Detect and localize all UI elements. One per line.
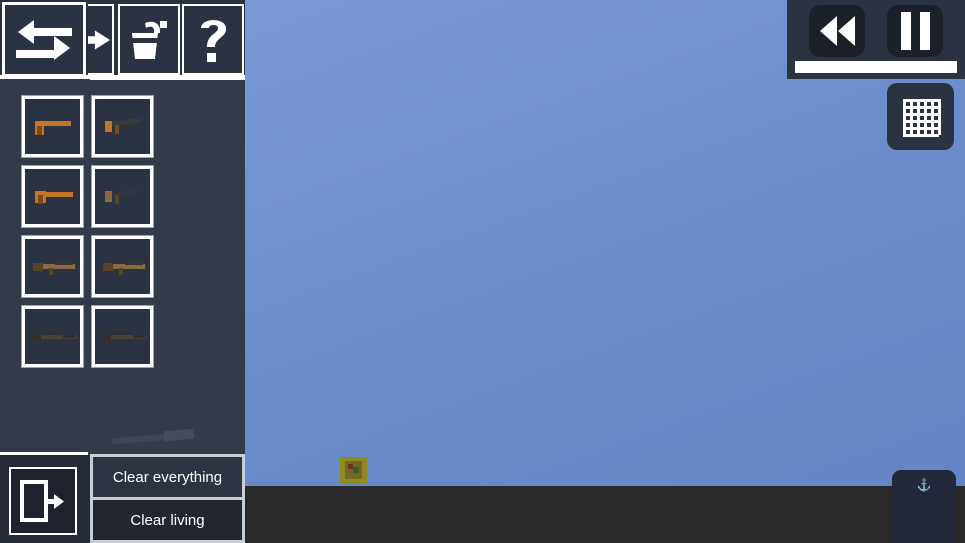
clear-everything-button[interactable]: Clear everything <box>93 457 242 497</box>
weapon-part <box>102 262 113 271</box>
weapon-icon <box>99 326 147 348</box>
timeline-scrubber[interactable] <box>795 61 957 73</box>
weapon-icon <box>29 256 77 278</box>
game-scene[interactable] <box>245 0 965 543</box>
timeline-fill <box>795 61 957 73</box>
anchor-icon: ⚓ <box>916 478 932 492</box>
grid-line-vertical <box>930 98 934 135</box>
weapon-part <box>118 267 123 275</box>
weapon-slot-grid <box>21 95 222 368</box>
weapon-icon <box>99 116 147 138</box>
weapon-slot[interactable] <box>91 305 154 368</box>
pause-button[interactable] <box>887 5 943 57</box>
ground-plane <box>245 486 965 543</box>
transport-panel <box>787 0 965 79</box>
weapon-part <box>54 260 73 265</box>
rewind-icon <box>819 16 837 46</box>
exit-button[interactable] <box>9 467 77 535</box>
swap-arrows-icon <box>16 19 72 60</box>
weapon-part <box>124 118 141 122</box>
grid-line-horizontal <box>902 133 939 137</box>
sidebar-item-help[interactable] <box>182 4 244 75</box>
paint-bucket-icon <box>132 20 167 59</box>
weapon-part <box>104 120 112 132</box>
weapon-stock <box>163 428 195 442</box>
arrow-right-icon <box>88 30 111 49</box>
sidebar-bottom-bar: Clear everything Clear living <box>0 452 245 543</box>
weapon-slot[interactable] <box>21 235 84 298</box>
weapon-part <box>124 188 141 192</box>
tabstrip-underline-right <box>90 76 245 80</box>
weapon-part <box>114 331 131 335</box>
weapon-part <box>36 125 42 135</box>
transport-controls <box>787 0 965 62</box>
weapon-part <box>114 194 119 204</box>
grid-icon <box>902 98 941 137</box>
bottom-bar-divider <box>0 452 88 455</box>
weapon-icon <box>29 116 77 138</box>
weapon-slot[interactable] <box>91 235 154 298</box>
dragged-weapon-preview[interactable] <box>111 428 198 445</box>
weapon-part <box>42 191 73 197</box>
weapon-part <box>62 334 75 338</box>
clear-living-button[interactable]: Clear living <box>93 500 242 540</box>
weapon-icon <box>29 326 77 348</box>
scene-object-crate[interactable] <box>340 457 367 484</box>
app-root: ⚓ Clear everything Clear living <box>0 0 965 543</box>
grid-toggle-button[interactable] <box>887 83 954 150</box>
pause-icon-bar-right <box>919 12 930 50</box>
weapon-slot[interactable] <box>21 305 84 368</box>
question-mark-icon <box>201 19 227 62</box>
weapon-slot[interactable] <box>21 165 84 228</box>
grid-line-vertical <box>937 98 941 135</box>
weapon-part <box>32 262 43 271</box>
weapon-slot[interactable] <box>21 95 84 158</box>
sidebar-item-swap[interactable] <box>2 2 86 77</box>
weapon-part <box>114 124 119 134</box>
weapon-part <box>100 333 111 341</box>
weapon-slot[interactable] <box>91 95 154 158</box>
crate-detail-green <box>353 467 359 473</box>
weapon-part <box>48 267 53 275</box>
rewind-icon-second <box>837 16 855 46</box>
weapon-part <box>124 260 143 265</box>
exit-door-icon <box>20 480 64 522</box>
weapon-icon <box>99 186 147 208</box>
weapon-part <box>104 190 112 202</box>
sidebar: Clear everything Clear living <box>0 0 245 543</box>
sidebar-tabstrip <box>0 0 245 80</box>
weapon-icon <box>29 186 77 208</box>
sidebar-item-paint[interactable] <box>118 4 180 75</box>
weapon-part <box>37 194 43 204</box>
weapon-part <box>44 331 61 335</box>
weapon-slot[interactable] <box>91 165 154 228</box>
bottom-right-panel[interactable]: ⚓ <box>892 470 956 543</box>
rewind-button[interactable] <box>809 5 865 57</box>
pause-icon-bar-left <box>900 12 911 50</box>
weapon-part <box>30 333 41 341</box>
weapon-part <box>132 334 145 338</box>
clear-actions-group: Clear everything Clear living <box>90 454 245 543</box>
weapon-icon <box>99 256 147 278</box>
sidebar-item-arrow[interactable] <box>88 4 114 75</box>
